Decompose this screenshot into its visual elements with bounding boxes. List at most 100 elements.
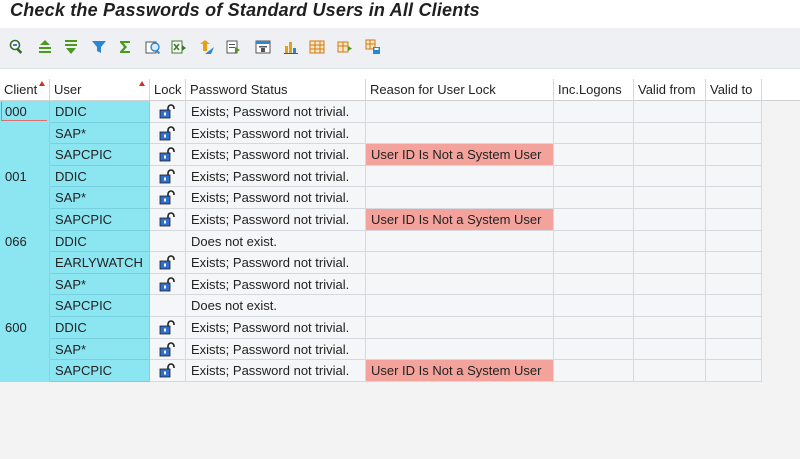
lock-cell[interactable] — [150, 338, 186, 361]
lock-cell[interactable] — [150, 252, 186, 274]
valid-from-cell[interactable] — [634, 209, 706, 231]
inc-logons-cell[interactable] — [554, 165, 634, 188]
column-header-valid-from[interactable]: Valid from — [634, 79, 706, 101]
user-cell[interactable]: DDIC — [50, 230, 150, 253]
password-status-cell[interactable]: Exists; Password not trivial. — [186, 209, 366, 231]
valid-to-cell[interactable] — [706, 230, 762, 253]
user-cell[interactable]: DDIC — [50, 101, 150, 123]
client-cell[interactable]: 600 — [0, 317, 50, 339]
column-header-user[interactable]: User — [50, 79, 150, 101]
valid-from-cell[interactable] — [634, 144, 706, 166]
layout-icon[interactable] — [308, 38, 326, 56]
reason-cell[interactable] — [366, 101, 554, 123]
client-cell[interactable] — [0, 338, 50, 361]
lock-cell[interactable] — [150, 360, 186, 382]
inc-logons-cell[interactable] — [554, 101, 634, 123]
valid-to-cell[interactable] — [706, 165, 762, 188]
user-cell[interactable]: SAPCPIC — [50, 295, 150, 317]
password-status-cell[interactable]: Exists; Password not trivial. — [186, 101, 366, 123]
table-row[interactable]: 001 DDIC Exists; Password not trivial. — [0, 165, 762, 188]
lock-cell[interactable] — [150, 187, 186, 209]
column-header-lock[interactable]: Lock — [150, 79, 186, 101]
lock-cell[interactable] — [150, 295, 186, 317]
valid-to-cell[interactable] — [706, 187, 762, 209]
reason-cell[interactable] — [366, 252, 554, 274]
sort-ascending-icon[interactable] — [36, 38, 54, 56]
client-cell[interactable] — [0, 273, 50, 296]
column-header-password-status[interactable]: Password Status — [186, 79, 366, 101]
user-cell[interactable]: DDIC — [50, 165, 150, 188]
valid-from-cell[interactable] — [634, 252, 706, 274]
reason-cell[interactable] — [366, 273, 554, 296]
reason-cell[interactable] — [366, 338, 554, 361]
inc-logons-cell[interactable] — [554, 144, 634, 166]
inc-logons-cell[interactable] — [554, 295, 634, 317]
password-status-cell[interactable]: Exists; Password not trivial. — [186, 187, 366, 209]
table-row[interactable]: SAPCPIC Exists; Password not trivial. User… — [0, 144, 762, 166]
user-cell[interactable]: SAP* — [50, 338, 150, 361]
lock-cell[interactable] — [150, 101, 186, 123]
user-cell[interactable]: SAP* — [50, 273, 150, 296]
lock-cell[interactable] — [150, 273, 186, 296]
password-status-cell[interactable]: Exists; Password not trivial. — [186, 338, 366, 361]
sum-icon[interactable] — [116, 38, 134, 56]
valid-to-cell[interactable] — [706, 144, 762, 166]
client-cell[interactable] — [0, 360, 50, 382]
reason-cell[interactable] — [366, 187, 554, 209]
reason-cell[interactable]: User ID Is Not a System User — [366, 209, 554, 231]
abc-analysis-icon[interactable] — [254, 38, 272, 56]
reason-cell[interactable]: User ID Is Not a System User — [366, 144, 554, 166]
password-status-cell[interactable]: Exists; Password not trivial. — [186, 165, 366, 188]
client-cell[interactable] — [0, 252, 50, 274]
valid-from-cell[interactable] — [634, 273, 706, 296]
valid-to-cell[interactable] — [706, 360, 762, 382]
reason-cell[interactable] — [366, 165, 554, 188]
inc-logons-cell[interactable] — [554, 187, 634, 209]
valid-to-cell[interactable] — [706, 101, 762, 123]
valid-to-cell[interactable] — [706, 317, 762, 339]
inc-logons-cell[interactable] — [554, 273, 634, 296]
inc-logons-cell[interactable] — [554, 230, 634, 253]
inc-logons-cell[interactable] — [554, 252, 634, 274]
column-header-inc-logons[interactable]: Inc.Logons — [554, 79, 634, 101]
valid-from-cell[interactable] — [634, 165, 706, 188]
user-cell[interactable]: DDIC — [50, 317, 150, 339]
column-header-client[interactable]: Client — [0, 79, 50, 101]
valid-to-cell[interactable] — [706, 338, 762, 361]
valid-from-cell[interactable] — [634, 122, 706, 145]
client-cell[interactable] — [0, 187, 50, 209]
user-cell[interactable]: SAPCPIC — [50, 144, 150, 166]
save-layout-icon[interactable] — [364, 38, 382, 56]
password-status-cell[interactable]: Exists; Password not trivial. — [186, 273, 366, 296]
graphic-icon[interactable] — [282, 38, 300, 56]
client-cell[interactable] — [0, 122, 50, 145]
inc-logons-cell[interactable] — [554, 122, 634, 145]
client-cell[interactable]: 001 — [0, 165, 50, 188]
table-row[interactable]: 000 DDIC Exists; Password not trivial. — [0, 101, 762, 123]
password-status-cell[interactable]: Exists; Password not trivial. — [186, 360, 366, 382]
valid-from-cell[interactable] — [634, 187, 706, 209]
table-row[interactable]: SAPCPIC Exists; Password not trivial. User… — [0, 360, 762, 382]
user-cell[interactable]: EARLYWATCH — [50, 252, 150, 274]
password-status-cell[interactable]: Does not exist. — [186, 295, 366, 317]
password-status-cell[interactable]: Exists; Password not trivial. — [186, 122, 366, 145]
table-row[interactable]: EARLYWATCH Exists; Password not trivial. — [0, 252, 762, 274]
user-cell[interactable]: SAPCPIC — [50, 360, 150, 382]
table-row[interactable]: 066 DDIC Does not exist. — [0, 230, 762, 253]
inc-logons-cell[interactable] — [554, 338, 634, 361]
password-status-cell[interactable]: Does not exist. — [186, 230, 366, 253]
table-row[interactable]: 600 DDIC Exists; Password not trivial. — [0, 317, 762, 339]
reason-cell[interactable] — [366, 230, 554, 253]
mail-icon[interactable] — [224, 38, 242, 56]
details-icon[interactable] — [8, 38, 26, 56]
reason-cell[interactable] — [366, 122, 554, 145]
table-row[interactable]: SAP* Exists; Password not trivial. — [0, 338, 762, 361]
valid-to-cell[interactable] — [706, 252, 762, 274]
valid-from-cell[interactable] — [634, 360, 706, 382]
user-cell[interactable]: SAP* — [50, 122, 150, 145]
lock-cell[interactable] — [150, 122, 186, 145]
sort-descending-icon[interactable] — [62, 38, 80, 56]
reason-cell[interactable] — [366, 295, 554, 317]
reason-cell[interactable]: User ID Is Not a System User — [366, 360, 554, 382]
local-file-icon[interactable] — [198, 38, 216, 56]
